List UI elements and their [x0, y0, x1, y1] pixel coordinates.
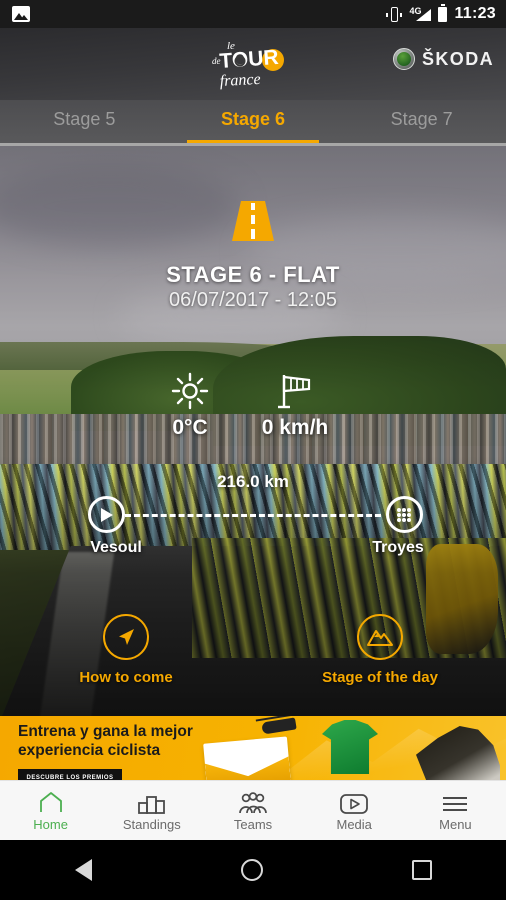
svg-text:france: france [219, 71, 261, 90]
stage-hero-photo: STAGE 6 - FLAT 06/07/2017 - 12:05 0°C 0 … [0, 146, 506, 716]
route-finish-label: Troyes [372, 539, 424, 556]
ad-headline-line2: experiencia ciclista [18, 741, 161, 759]
tab-stage-6[interactable]: Stage 6 [169, 100, 338, 146]
status-bar-right: 4G 11:23 [386, 4, 496, 23]
stage-of-the-day-button[interactable]: Stage of the day [310, 614, 450, 686]
route-dashed-line [125, 514, 381, 517]
back-button-icon[interactable] [74, 859, 92, 881]
tab-stage-5[interactable]: Stage 5 [0, 100, 169, 146]
stage-tabs: Stage 5 Stage 6 Stage 7 [0, 100, 506, 146]
vibrate-icon [386, 6, 403, 22]
ad-banner[interactable]: Entrena y gana la mejor experiencia cicl… [0, 716, 506, 780]
route-distance: 216.0 km [217, 472, 289, 491]
nav-label-menu: Menu [439, 816, 472, 832]
signal-4g-icon: 4G [409, 5, 432, 22]
ad-cta-button[interactable]: DESCUBRE LOS PREMIOS [18, 769, 122, 780]
home-button-icon[interactable] [240, 859, 263, 881]
route-finish[interactable]: Troyes [372, 496, 432, 557]
play-box-icon [340, 790, 369, 814]
how-to-come-label: How to come [79, 669, 173, 686]
stage-title: STAGE 6 - FLAT [166, 262, 340, 287]
how-to-come-button[interactable]: How to come [56, 614, 196, 686]
route-start[interactable]: Vesoul [78, 496, 142, 557]
nav-label-standings: Standings [122, 816, 181, 832]
mountain-icon [357, 614, 403, 660]
ad-helicopter-graphic [261, 717, 297, 735]
hero-actions: How to come Stage of the day [0, 614, 506, 694]
weather-wind: 0 km/h [245, 370, 345, 440]
network-label: 4G [409, 5, 422, 16]
hamburger-icon [441, 790, 469, 814]
people-icon [238, 790, 268, 814]
status-bar: 4G 11:23 [0, 0, 506, 28]
nav-item-home[interactable]: Home [0, 781, 101, 840]
image-icon [12, 6, 30, 22]
nav-label-media: Media [336, 816, 372, 832]
wind-speed-value: 0 km/h [261, 416, 329, 439]
route-summary: 216.0 km Vesoul Troyes [0, 472, 506, 557]
windsock-icon [245, 370, 345, 412]
play-circle-icon [87, 496, 125, 533]
nav-item-teams[interactable]: Teams [202, 781, 303, 840]
sun-icon [145, 370, 235, 412]
nav-label-home: Home [33, 816, 68, 832]
ad-headline-line1: Entrena y gana la mejor [18, 723, 193, 740]
app-screen: 4G 11:23 le TOUR de france ŠKODA Stage 5… [0, 0, 506, 900]
tour-de-france-logo: le TOUR de france [212, 40, 284, 90]
stage-datetime: 06/07/2017 - 12:05 [169, 289, 337, 311]
ad-cyclist-graphic [416, 726, 500, 780]
status-bar-left [12, 6, 30, 22]
nav-label-teams: Teams [233, 816, 273, 832]
clock: 11:23 [454, 5, 496, 22]
temperature-value: 0°C [172, 416, 208, 439]
svg-text:de: de [212, 56, 221, 66]
home-icon [38, 790, 64, 814]
checkered-flag-icon [385, 496, 423, 533]
hero-overlay: STAGE 6 - FLAT 06/07/2017 - 12:05 0°C 0 … [0, 146, 506, 716]
weather-row: 0°C 0 km/h [0, 370, 506, 450]
ad-headline: Entrena y gana la mejor experiencia cicl… [18, 723, 233, 761]
nav-item-media[interactable]: Media [304, 781, 405, 840]
skoda-wordmark: ŠKODA [421, 48, 494, 69]
svg-text:TOUR: TOUR [219, 46, 280, 73]
nav-item-standings[interactable]: Standings [101, 781, 202, 840]
android-navigation-bar [0, 840, 506, 900]
road-icon [232, 201, 274, 241]
skoda-emblem-icon [392, 48, 415, 70]
route-start-label: Vesoul [90, 539, 142, 556]
navigation-arrow-icon [103, 614, 149, 660]
weather-temperature: 0°C [145, 370, 235, 440]
battery-icon [438, 4, 448, 22]
skoda-sponsor-logo: ŠKODA [392, 48, 494, 70]
bottom-navigation: Home Standings Teams Media Menu [0, 780, 506, 840]
recents-button-icon[interactable] [411, 860, 432, 880]
stage-of-the-day-label: Stage of the day [322, 669, 438, 686]
nav-item-menu[interactable]: Menu [405, 781, 506, 840]
bar-chart-icon [137, 790, 166, 814]
app-header: le TOUR de france ŠKODA [0, 28, 506, 100]
tab-stage-7[interactable]: Stage 7 [337, 100, 506, 146]
